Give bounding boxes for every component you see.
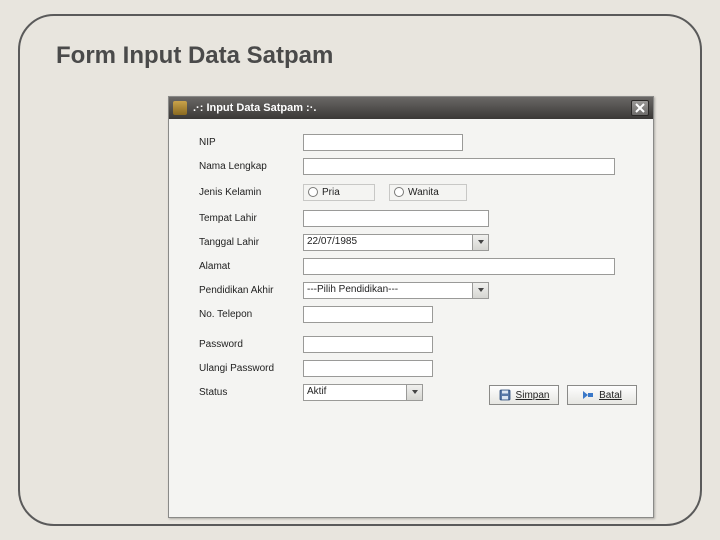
nama-input[interactable] [303, 158, 615, 175]
close-button[interactable] [631, 100, 649, 116]
alamat-input[interactable] [303, 258, 615, 275]
radio-wanita[interactable]: Wanita [389, 184, 467, 201]
chevron-down-icon [477, 286, 485, 294]
gender-radio-group: Pria Wanita [303, 184, 467, 201]
tanggal-lahir-value: 22/07/1985 [304, 235, 472, 250]
label-telepon: No. Telepon [199, 309, 303, 320]
window-title: .·: Input Data Satpam :·. [193, 102, 631, 114]
app-window: .·: Input Data Satpam :·. NIP Nama Lengk… [168, 96, 654, 518]
tanggal-lahir-picker[interactable]: 22/07/1985 [303, 234, 489, 251]
label-tanggal-lahir: Tanggal Lahir [199, 237, 303, 248]
password-input[interactable] [303, 336, 433, 353]
date-dropdown-button[interactable] [472, 235, 488, 250]
nip-input[interactable] [303, 134, 463, 151]
pendidikan-select[interactable]: ---Pilih Pendidikan--- [303, 282, 489, 299]
label-nip: NIP [199, 137, 303, 148]
status-dropdown-button[interactable] [406, 385, 422, 400]
status-value: Aktif [304, 385, 406, 400]
window-titlebar: .·: Input Data Satpam :·. [169, 97, 653, 119]
slide-frame: Form Input Data Satpam .·: Input Data Sa… [18, 14, 702, 526]
pendidikan-value: ---Pilih Pendidikan--- [304, 283, 472, 298]
pendidikan-dropdown-button[interactable] [472, 283, 488, 298]
label-password: Password [199, 339, 303, 350]
app-icon [173, 101, 187, 115]
slide-title: Form Input Data Satpam [56, 42, 333, 70]
batal-button[interactable]: Batal [567, 385, 637, 405]
radio-pria-label: Pria [322, 187, 340, 198]
label-nama: Nama Lengkap [199, 161, 303, 172]
label-tempat-lahir: Tempat Lahir [199, 213, 303, 224]
save-icon [499, 389, 511, 401]
simpan-button[interactable]: Simpan [489, 385, 559, 405]
close-icon [635, 103, 645, 113]
label-ulangi-password: Ulangi Password [199, 363, 303, 374]
radio-wanita-label: Wanita [408, 187, 439, 198]
label-jenis-kelamin: Jenis Kelamin [199, 187, 303, 198]
label-pendidikan: Pendidikan Akhir [199, 285, 303, 296]
label-alamat: Alamat [199, 261, 303, 272]
batal-label: Batal [599, 390, 622, 401]
form-body: NIP Nama Lengkap Jenis Kelamin Pria Wani… [169, 119, 653, 417]
telepon-input[interactable] [303, 306, 433, 323]
status-select[interactable]: Aktif [303, 384, 423, 401]
radio-pria[interactable]: Pria [303, 184, 375, 201]
chevron-down-icon [411, 388, 419, 396]
radio-icon [308, 187, 318, 197]
simpan-label: Simpan [516, 390, 550, 401]
button-row: Simpan Batal [489, 385, 637, 405]
label-status: Status [199, 387, 303, 398]
ulangi-password-input[interactable] [303, 360, 433, 377]
cancel-icon [582, 389, 594, 401]
chevron-down-icon [477, 238, 485, 246]
radio-icon [394, 187, 404, 197]
tempat-lahir-input[interactable] [303, 210, 489, 227]
